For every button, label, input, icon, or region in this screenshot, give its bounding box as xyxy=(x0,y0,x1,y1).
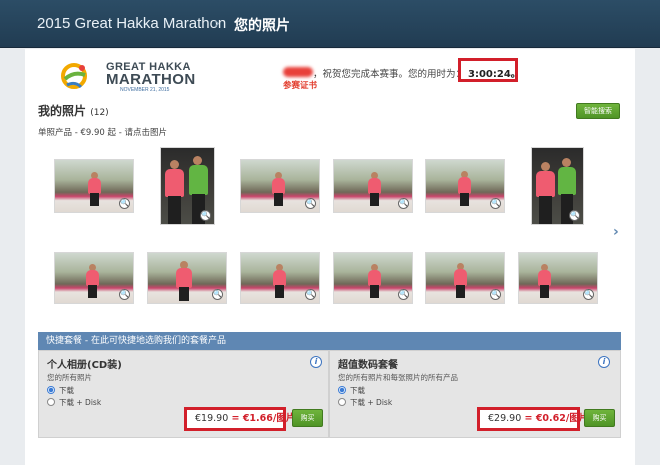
congrats-message: 梁，祝贺您完成本赛事。您的用时为： xyxy=(283,66,465,80)
info-icon[interactable]: i xyxy=(598,356,610,368)
info-icon[interactable]: i xyxy=(310,356,322,368)
zoom-icon[interactable]: 🔍 xyxy=(569,210,580,221)
finish-time: 3:00:24。 xyxy=(468,69,521,80)
logo-date: NOVEMBER 21, 2015 xyxy=(120,87,170,93)
photo-thumbnail[interactable]: 🔍 xyxy=(240,252,320,304)
photo-thumbnail[interactable]: 🔍 xyxy=(240,159,320,213)
zoom-icon[interactable]: 🔍 xyxy=(305,289,316,300)
zoom-icon[interactable]: 🔍 xyxy=(490,289,501,300)
option-download-radio[interactable]: 下载 xyxy=(47,385,74,396)
single-product-info: 单照产品 - €9.90 起 - 请点击图片 xyxy=(38,128,167,138)
zoom-icon[interactable]: 🔍 xyxy=(398,289,409,300)
zoom-icon[interactable]: 🔍 xyxy=(119,198,130,209)
buy-button[interactable]: 购买 xyxy=(584,409,615,427)
zoom-icon[interactable]: 🔍 xyxy=(119,289,130,300)
zoom-icon[interactable]: 🔍 xyxy=(212,289,223,300)
package-section-header: 快捷套餐 - 在此可快捷地选购我们的套餐产品 xyxy=(38,332,621,350)
top-bar: 2015 Great Hakka Marathon › 您的照片 xyxy=(0,0,660,48)
option-download-radio[interactable]: 下载 xyxy=(338,385,365,396)
option-download-disk-radio[interactable]: 下载 + Disk xyxy=(338,397,392,408)
page-title: 您的照片 xyxy=(234,18,290,34)
option-download-disk-radio[interactable]: 下载 + Disk xyxy=(47,397,101,408)
radio-icon[interactable] xyxy=(338,398,346,406)
buy-button[interactable]: 购买 xyxy=(292,409,323,427)
logo-text-line2: MARATHON xyxy=(106,71,196,88)
price-highlight: €19.90 = €1.66/图片 xyxy=(184,407,295,431)
redacted-name: 梁 xyxy=(283,67,313,77)
marathon-logo-icon xyxy=(61,63,87,89)
radio-selected-icon[interactable] xyxy=(338,386,346,394)
radio-selected-icon[interactable] xyxy=(47,386,55,394)
photo-thumbnail[interactable]: 🔍 xyxy=(54,252,134,304)
zoom-icon[interactable]: 🔍 xyxy=(305,198,316,209)
price-highlight: €29.90 = €0.62/图片 xyxy=(477,407,588,431)
package-title: 个人相册(CD装) xyxy=(47,360,122,371)
photo-thumbnail[interactable]: 🔍 xyxy=(54,159,134,213)
smart-search-button[interactable]: 智能搜索 xyxy=(576,103,620,119)
certificate-link[interactable]: 参赛证书 xyxy=(283,79,317,91)
zoom-icon[interactable]: 🔍 xyxy=(583,289,594,300)
zoom-icon[interactable]: 🔍 xyxy=(200,210,211,221)
my-photos-heading: 我的照片 (12) xyxy=(38,104,109,118)
main-panel: GREAT HAKKA MARATHON NOVEMBER 21, 2015 梁… xyxy=(25,49,635,465)
zoom-icon[interactable]: 🔍 xyxy=(490,198,501,209)
app-title-link[interactable]: 2015 Great Hakka Marathon xyxy=(37,15,226,32)
zoom-icon[interactable]: 🔍 xyxy=(398,198,409,209)
next-page-arrow-icon[interactable]: › xyxy=(613,224,619,240)
photo-thumbnail[interactable]: 🔍 xyxy=(531,147,584,225)
photo-thumbnail[interactable]: 🔍 xyxy=(147,252,227,304)
package-title: 超值数码套餐 xyxy=(338,360,398,371)
package-subtitle: 您的所有照片 xyxy=(47,373,92,382)
package-card-album: 个人相册(CD装) 您的所有照片 i 下载 下载 + Disk €19.90 =… xyxy=(38,350,329,438)
photo-thumbnail[interactable]: 🔍 xyxy=(518,252,598,304)
radio-icon[interactable] xyxy=(47,398,55,406)
photo-thumbnail[interactable]: 🔍 xyxy=(425,252,505,304)
breadcrumb-separator-icon: › xyxy=(214,14,220,32)
photo-thumbnail[interactable]: 🔍 xyxy=(333,252,413,304)
photo-thumbnail[interactable]: 🔍 xyxy=(333,159,413,213)
package-card-digital: 超值数码套餐 您的所有照片和每张照片的所有产品 i 下载 下载 + Disk €… xyxy=(329,350,621,438)
package-subtitle: 您的所有照片和每张照片的所有产品 xyxy=(338,373,458,382)
photo-thumbnail[interactable]: 🔍 xyxy=(160,147,215,225)
photo-thumbnail[interactable]: 🔍 xyxy=(425,159,505,213)
